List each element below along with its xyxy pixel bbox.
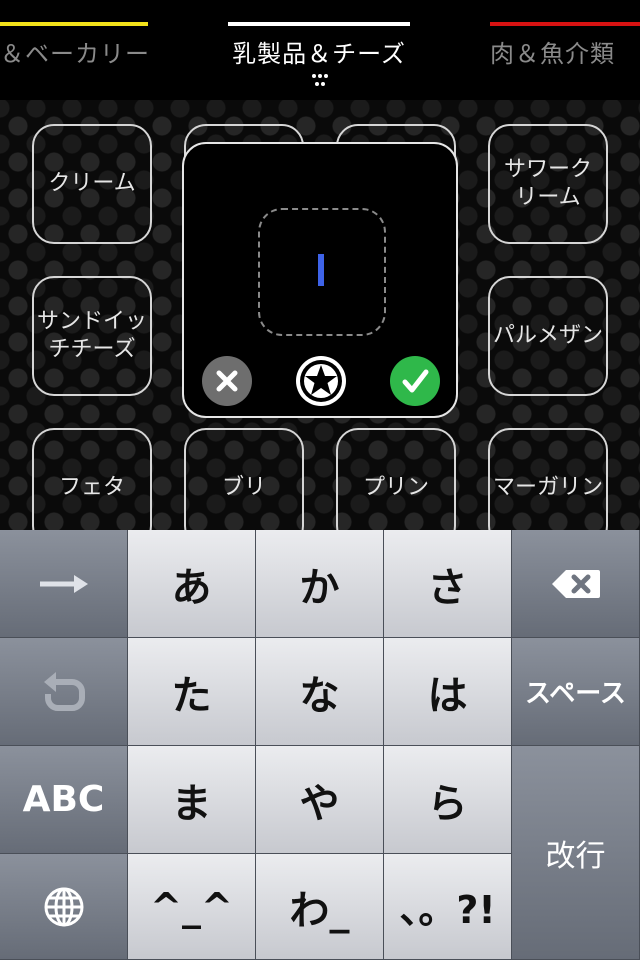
tab-meat-seafood[interactable]: 肉＆魚介類 xyxy=(490,0,640,100)
tab-bakery[interactable]: ＆ベーカリー xyxy=(0,0,148,100)
japanese-keyboard: あ か さ た な は スペース ABC ま や ら 改行 ^_^ わ_ 、。?… xyxy=(0,530,640,960)
tab-label: 乳製品＆チーズ xyxy=(232,40,406,68)
key-ya[interactable]: や xyxy=(256,746,384,854)
confirm-button[interactable] xyxy=(390,356,440,406)
enter-key[interactable]: 改行 xyxy=(512,746,640,960)
delete-key[interactable] xyxy=(512,530,640,638)
item-name-input[interactable] xyxy=(258,208,386,336)
key-sa[interactable]: さ xyxy=(384,530,512,638)
item-parmesan[interactable]: パルメザン xyxy=(488,276,608,396)
tab-indicator xyxy=(490,22,640,26)
item-sour-cream[interactable]: サワークリーム xyxy=(488,124,608,244)
undo-icon xyxy=(43,671,85,711)
key-ra[interactable]: ら xyxy=(384,746,512,854)
abc-key-label: ABC xyxy=(22,779,105,820)
space-key[interactable]: スペース xyxy=(512,638,640,746)
checkmark-icon xyxy=(402,369,429,393)
arrow-right-icon xyxy=(39,574,88,593)
globe-icon xyxy=(44,887,83,926)
key-ha[interactable]: は xyxy=(384,638,512,746)
key-ma[interactable]: ま xyxy=(128,746,256,854)
cancel-button[interactable] xyxy=(202,356,252,406)
add-item-popup xyxy=(182,142,458,418)
abc-key[interactable]: ABC xyxy=(0,746,128,854)
globe-key[interactable] xyxy=(0,854,128,960)
next-key[interactable] xyxy=(0,530,128,638)
item-cream[interactable]: クリーム xyxy=(32,124,152,244)
text-caret xyxy=(318,254,324,286)
tab-label: ＆ベーカリー xyxy=(0,40,148,68)
close-icon xyxy=(216,370,238,392)
key-wa[interactable]: わ_ xyxy=(256,854,384,960)
ellipsis-icon[interactable] xyxy=(300,72,340,92)
undo-key[interactable] xyxy=(0,638,128,746)
item-sandwich-cheese[interactable]: サンドイッチチーズ xyxy=(32,276,152,396)
backspace-icon xyxy=(551,569,600,598)
key-punctuation[interactable]: 、。?! xyxy=(384,854,512,960)
key-emoticon[interactable]: ^_^ xyxy=(128,854,256,960)
tab-indicator xyxy=(228,22,410,26)
favorite-button[interactable] xyxy=(296,356,346,406)
tab-indicator xyxy=(0,22,148,26)
tab-label: 肉＆魚介類 xyxy=(490,40,615,68)
enter-key-label: 改行 xyxy=(545,838,606,874)
star-icon xyxy=(300,360,342,402)
key-na[interactable]: な xyxy=(256,638,384,746)
key-ta[interactable]: た xyxy=(128,638,256,746)
category-tabs: ＆ベーカリー 乳製品＆チーズ 肉＆魚介類 xyxy=(0,0,640,100)
space-key-label: スペース xyxy=(525,679,626,709)
key-ka[interactable]: か xyxy=(256,530,384,638)
key-a[interactable]: あ xyxy=(128,530,256,638)
